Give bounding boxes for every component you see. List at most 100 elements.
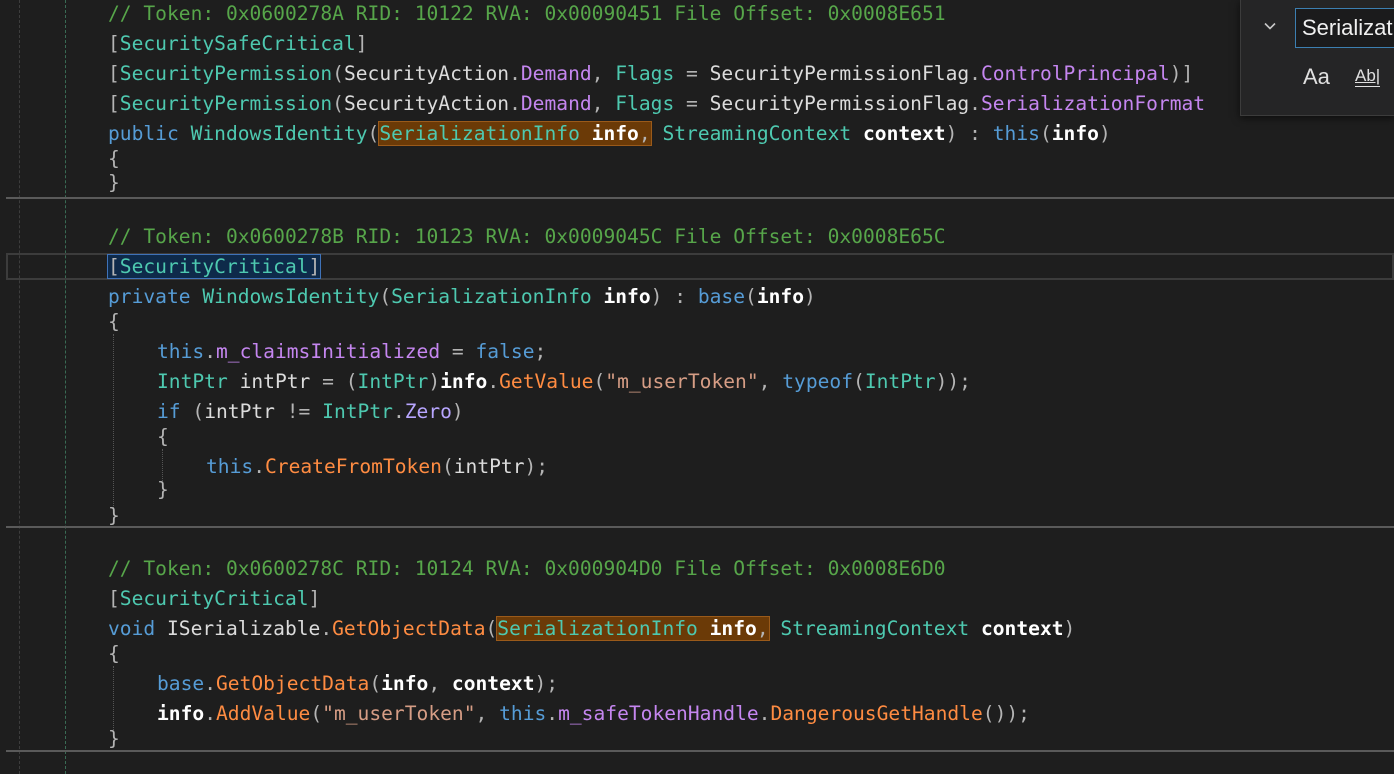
type-name: IntPtr	[157, 370, 228, 393]
enum-member: Demand	[520, 92, 592, 115]
parameter-name: info	[1051, 122, 1099, 145]
type-name: SerializationInfo	[379, 122, 580, 145]
find-input[interactable]: Serializat	[1295, 8, 1394, 48]
code-line: IntPtr intPtr = (IntPtr)info.GetValue("m…	[157, 370, 971, 393]
parameter-name: info	[591, 122, 639, 145]
method-separator	[6, 750, 1394, 752]
comment: // Token: 0x0600278C RID: 10124 RVA: 0x0…	[108, 557, 946, 580]
method-separator	[6, 526, 1394, 528]
enum-member: Demand	[520, 62, 592, 85]
parameter-name: context	[980, 617, 1064, 640]
keyword: this	[206, 455, 254, 478]
field-name: m_claimsInitialized	[215, 340, 441, 363]
attribute-name: SecuritySafeCritical	[119, 32, 356, 55]
keyword: typeof	[782, 370, 854, 393]
code-line: base.GetObjectData(info, context);	[157, 672, 559, 695]
code-line: [SecuritySafeCritical]	[108, 32, 368, 55]
method-name: GetValue	[499, 370, 594, 393]
attribute-name: SecurityCritical	[119, 255, 309, 278]
type-name: StreamingContext	[662, 122, 852, 145]
comment: // Token: 0x0600278B RID: 10123 RVA: 0x0…	[108, 225, 946, 248]
keyword: base	[697, 285, 746, 308]
brace-guide	[113, 334, 114, 512]
find-widget: Serializat Aa Ab|	[1240, 0, 1394, 116]
method-name: CreateFromToken	[264, 455, 442, 478]
keyword: base	[157, 672, 205, 695]
type-name: SecurityAction	[343, 62, 510, 85]
type-name: WindowsIdentity	[202, 285, 380, 308]
keyword: this	[992, 122, 1040, 145]
method-name: GetObjectData	[215, 672, 370, 695]
keyword: if	[157, 400, 181, 423]
parameter-name: info	[756, 285, 805, 308]
code-line: info.AddValue("m_userToken", this.m_safe…	[157, 702, 1030, 725]
field-name: m_safeTokenHandle	[558, 702, 759, 725]
code-line: {	[108, 310, 120, 333]
code-line: [SecurityCritical]	[108, 587, 321, 610]
parameter-name: info	[709, 617, 757, 640]
method-name: DangerousGetHandle	[770, 702, 983, 725]
code-editor[interactable]: // Token: 0x0600278A RID: 10122 RVA: 0x0…	[0, 0, 1394, 774]
property-name: Flags	[615, 92, 675, 115]
enum-member: SerializationFormat	[980, 92, 1206, 115]
type-name: IntPtr	[357, 370, 429, 393]
code-line: }	[108, 171, 120, 194]
search-highlight: SerializationInfo info,	[496, 616, 770, 641]
code-line: {	[108, 642, 120, 665]
string-literal: "m_userToken"	[605, 370, 759, 393]
type-name: IntPtr	[322, 400, 393, 423]
chevron-down-icon[interactable]	[1259, 18, 1281, 40]
parameter-name: info	[603, 285, 651, 308]
type-name: SecurityPermissionFlag	[709, 92, 970, 115]
field-name: Zero	[404, 400, 452, 423]
local-name: intPtr	[453, 455, 525, 478]
type-name: StreamingContext	[780, 617, 970, 640]
type-name: SecurityPermissionFlag	[709, 62, 970, 85]
keyword: this	[157, 340, 205, 363]
keyword: void	[108, 617, 156, 640]
code-line: void ISerializable.GetObjectData(Seriali…	[108, 616, 1076, 641]
property-name: Flags	[615, 62, 675, 85]
code-line: [SecurityPermission(SecurityAction.Deman…	[108, 62, 1194, 85]
type-name: ISerializable	[166, 617, 321, 640]
code-line: // Token: 0x0600278A RID: 10122 RVA: 0x0…	[108, 0, 946, 28]
indent-guide	[19, 0, 20, 774]
keyword: private	[108, 285, 191, 308]
code-line: // Token: 0x0600278B RID: 10123 RVA: 0x0…	[108, 223, 946, 251]
whole-word-toggle[interactable]: Ab|	[1355, 66, 1381, 87]
type-name: SerializationInfo	[497, 617, 698, 640]
code-line: this.m_claimsInitialized = false;	[157, 340, 547, 363]
code-line: {	[157, 425, 169, 448]
method-name: AddValue	[215, 702, 311, 725]
type-name: WindowsIdentity	[190, 122, 368, 145]
type-name: SerializationInfo	[391, 285, 592, 308]
parameter-name: context	[863, 122, 946, 145]
code-line: public WindowsIdentity(SerializationInfo…	[108, 121, 1111, 146]
code-line: [SecurityCritical]	[106, 253, 322, 281]
method-name: GetObjectData	[332, 617, 486, 640]
code-line: [SecurityPermission(SecurityAction.Deman…	[108, 92, 1206, 115]
code-line: }	[108, 727, 120, 750]
parameter-name: info	[381, 672, 429, 695]
attribute-name: SecurityPermission	[119, 62, 333, 85]
code-line: private WindowsIdentity(SerializationInf…	[108, 285, 816, 308]
code-line: if (intPtr != IntPtr.Zero)	[157, 400, 464, 423]
comment: // Token: 0x0600278A RID: 10122 RVA: 0x0…	[108, 2, 946, 25]
match-case-toggle[interactable]: Aa	[1303, 64, 1330, 90]
search-highlight: SerializationInfo info,	[378, 121, 652, 146]
parameter-name: context	[451, 672, 535, 695]
method-separator	[6, 197, 1394, 199]
enum-member: ControlPrincipal	[980, 62, 1170, 85]
keyword: false	[475, 340, 535, 363]
attribute-name: SecurityCritical	[119, 587, 309, 610]
code-line: }	[157, 478, 169, 501]
keyword: public	[108, 122, 179, 145]
code-line: // Token: 0x0600278C RID: 10124 RVA: 0x0…	[108, 555, 946, 583]
local-name: intPtr	[239, 370, 311, 393]
type-name: SecurityAction	[343, 92, 510, 115]
code-line: this.CreateFromToken(intPtr);	[206, 455, 549, 478]
selected-attribute[interactable]: [SecurityCritical]	[106, 254, 322, 279]
keyword: this	[499, 702, 547, 725]
type-name: IntPtr	[864, 370, 936, 393]
change-margin-guide	[65, 0, 66, 774]
